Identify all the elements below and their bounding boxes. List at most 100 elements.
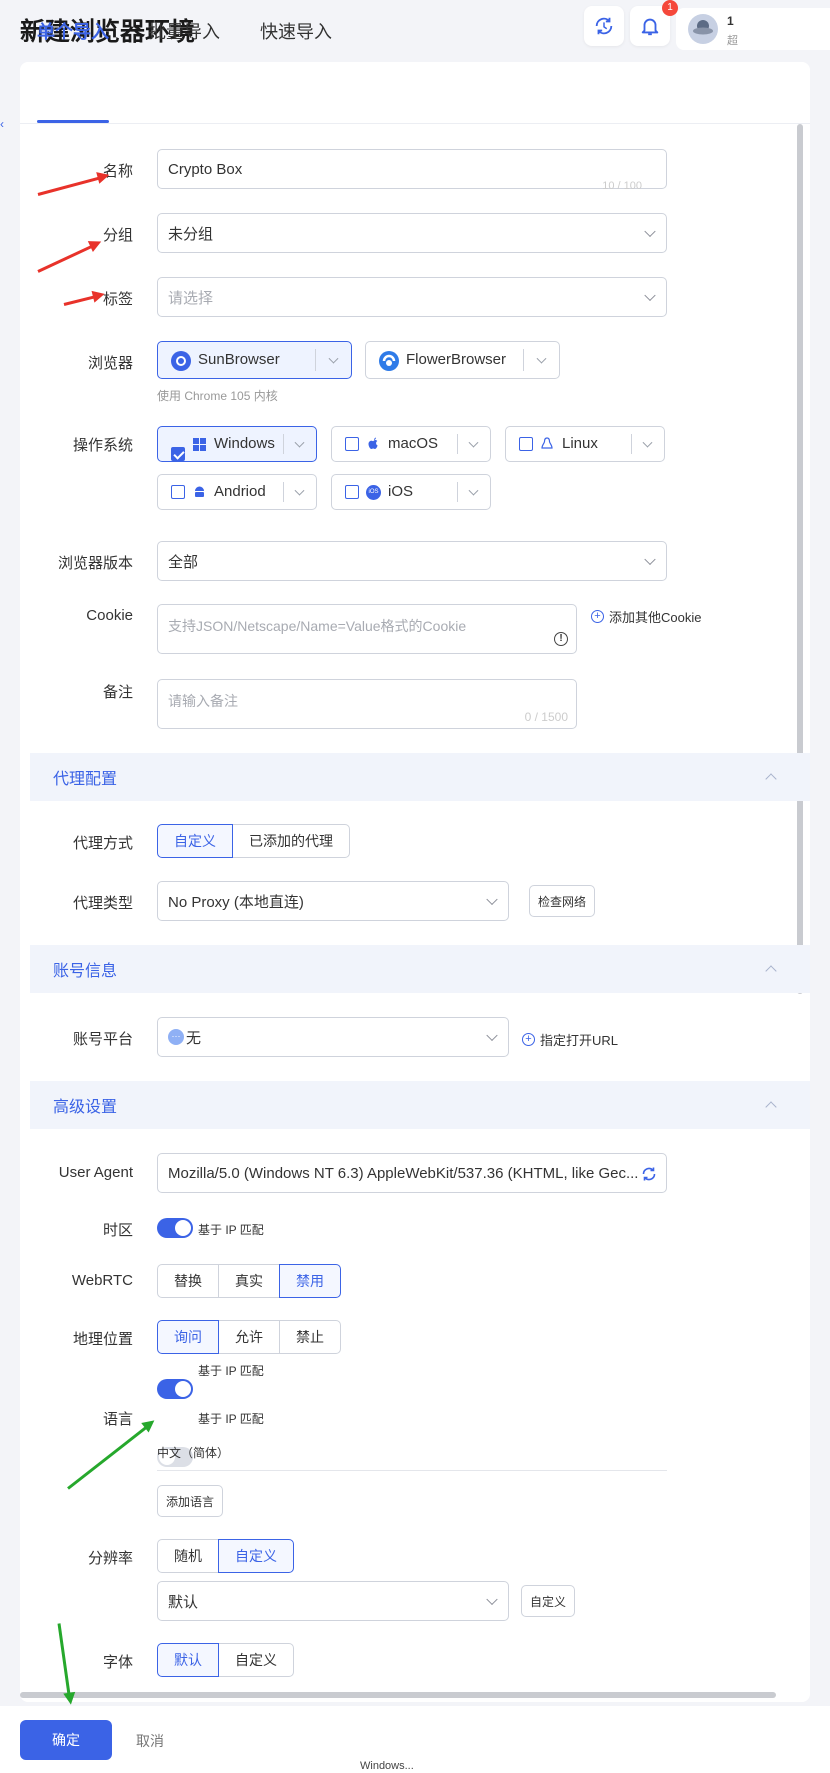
- linux-icon: [541, 437, 553, 449]
- geo-segmented: 询问 允许 禁止: [157, 1320, 341, 1354]
- avatar: [688, 14, 718, 44]
- proxy-method-added[interactable]: 已添加的代理: [232, 824, 350, 858]
- warning-icon: !: [554, 632, 568, 646]
- font-default[interactable]: 默认: [157, 1643, 219, 1677]
- plus-circle-icon: +: [522, 1033, 535, 1046]
- flowerbrowser-icon: [379, 351, 399, 371]
- windows-icon: [193, 438, 206, 451]
- plus-circle-icon: +: [591, 610, 604, 623]
- os-option-windows[interactable]: Windows: [157, 426, 317, 462]
- cookie-textarea[interactable]: 支持JSON/Netscape/Name=Value格式的Cookie !: [157, 604, 577, 654]
- geo-block[interactable]: 禁止: [279, 1320, 341, 1354]
- proxy-section-title: 代理配置: [53, 771, 118, 788]
- name-input[interactable]: Crypto Box 10 / 100: [157, 149, 667, 192]
- sync-button[interactable]: [584, 6, 624, 46]
- proxy-type-select[interactable]: No Proxy (本地直连): [157, 881, 509, 921]
- browser-option-sunbrowser[interactable]: SunBrowser: [157, 341, 352, 379]
- proxy-type-value: No Proxy (本地直连): [168, 893, 304, 911]
- vertical-scrollbar[interactable]: [797, 124, 803, 994]
- chevron-down-icon: [644, 225, 656, 238]
- checkbox[interactable]: [171, 447, 185, 461]
- specify-url-link[interactable]: + 指定打开URL: [522, 1030, 618, 1049]
- os-option-linux[interactable]: Linux: [505, 426, 665, 462]
- group-select[interactable]: 未分组: [157, 213, 667, 253]
- specify-url-label: 指定打开URL: [540, 1033, 619, 1048]
- language-value: 中文（简体）: [157, 1446, 230, 1460]
- os-option-label: Linux: [562, 435, 598, 452]
- checkbox[interactable]: [345, 485, 359, 499]
- group-label: 分组: [102, 227, 133, 244]
- proxy-section-header[interactable]: 代理配置: [30, 753, 810, 801]
- proxy-method-segmented: 自定义 已添加的代理: [157, 824, 350, 858]
- browser-option-flowerbrowser[interactable]: FlowerBrowser: [365, 341, 560, 379]
- os-option-macos[interactable]: macOS: [331, 426, 491, 462]
- language-label: 语言: [102, 1411, 133, 1428]
- resolution-custom[interactable]: 自定义: [218, 1539, 294, 1573]
- taskbar-text: Windows...: [360, 1760, 414, 1772]
- sync-icon: [595, 17, 613, 35]
- account-platform-select[interactable]: ··· 无: [157, 1017, 509, 1057]
- tab-batch-import[interactable]: 批量导入: [148, 18, 220, 44]
- advanced-section-header[interactable]: 高级设置: [30, 1081, 810, 1129]
- footer-bar: [0, 1706, 830, 1773]
- webrtc-real[interactable]: 真实: [218, 1264, 280, 1298]
- add-cookie-link[interactable]: + 添加其他Cookie: [591, 607, 701, 626]
- add-language-button[interactable]: 添加语言: [157, 1485, 223, 1517]
- geo-label: 地理位置: [72, 1331, 133, 1348]
- resolution-label: 分辨率: [87, 1550, 133, 1567]
- horizontal-scrollbar[interactable]: [20, 1692, 776, 1698]
- resolution-custom-button[interactable]: 自定义: [521, 1585, 575, 1617]
- name-counter: 10 / 100: [602, 180, 642, 192]
- checkbox[interactable]: [519, 437, 533, 451]
- language-toggle-label: 基于 IP 匹配: [198, 1412, 264, 1426]
- refresh-icon[interactable]: [641, 1166, 657, 1182]
- tab-quick-import[interactable]: 快速导入: [260, 18, 332, 44]
- browser-version-select[interactable]: 全部: [157, 541, 667, 581]
- user-agent-value: Mozilla/5.0 (Windows NT 6.3) AppleWebKit…: [168, 1164, 639, 1182]
- os-option-android[interactable]: Andriod: [157, 474, 317, 510]
- account-platform-value: 无: [186, 1029, 202, 1047]
- tags-select[interactable]: 请选择: [157, 277, 667, 317]
- divider: [157, 1470, 667, 1471]
- timezone-toggle[interactable]: [157, 1218, 193, 1238]
- checkbox[interactable]: [171, 485, 185, 499]
- user-agent-input[interactable]: Mozilla/5.0 (Windows NT 6.3) AppleWebKit…: [157, 1153, 667, 1193]
- os-option-label: Andriod: [214, 483, 266, 500]
- check-network-button[interactable]: 检查网络: [529, 885, 595, 917]
- checkbox[interactable]: [345, 437, 359, 451]
- apple-icon: [368, 437, 378, 449]
- chevron-down-icon: [644, 553, 656, 566]
- account-section-header[interactable]: 账号信息: [30, 945, 810, 993]
- remark-label: 备注: [102, 684, 133, 701]
- browser-version-label: 浏览器版本: [57, 555, 133, 572]
- geo-ask[interactable]: 询问: [157, 1320, 219, 1354]
- resolution-value: 默认: [168, 1593, 199, 1611]
- name-label: 名称: [102, 163, 133, 180]
- geo-toggle[interactable]: [157, 1379, 193, 1399]
- geo-allow[interactable]: 允许: [218, 1320, 280, 1354]
- webrtc-replace[interactable]: 替换: [157, 1264, 219, 1298]
- browser-option-label: FlowerBrowser: [406, 351, 507, 368]
- os-option-ios[interactable]: iOS iOS: [331, 474, 491, 510]
- add-cookie-label: 添加其他Cookie: [609, 610, 702, 625]
- confirm-button[interactable]: 确定: [20, 1720, 112, 1760]
- remark-counter: 0 / 1500: [524, 710, 568, 724]
- font-segmented: 默认 自定义: [157, 1643, 294, 1677]
- os-label: 操作系统: [72, 437, 133, 454]
- cookie-label: Cookie: [86, 607, 133, 624]
- tab-single-import[interactable]: 单个导入: [37, 18, 109, 44]
- platform-icon: ···: [168, 1029, 184, 1045]
- cookie-placeholder: 支持JSON/Netscape/Name=Value格式的Cookie: [168, 618, 467, 634]
- notification-button[interactable]: 1: [630, 0, 678, 46]
- collapse-handle[interactable]: ‹: [0, 117, 10, 137]
- webrtc-disable[interactable]: 禁用: [279, 1264, 341, 1298]
- proxy-method-custom[interactable]: 自定义: [157, 824, 233, 858]
- chevron-down-icon: [486, 893, 498, 906]
- user-menu[interactable]: 1 超: [676, 8, 830, 50]
- resolution-random[interactable]: 随机: [157, 1539, 219, 1573]
- cancel-button[interactable]: 取消: [136, 1731, 164, 1751]
- os-option-label: iOS: [388, 483, 414, 500]
- resolution-select[interactable]: 默认: [157, 1581, 509, 1621]
- font-custom[interactable]: 自定义: [218, 1643, 294, 1677]
- remark-textarea[interactable]: 请输入备注 0 / 1500: [157, 679, 577, 729]
